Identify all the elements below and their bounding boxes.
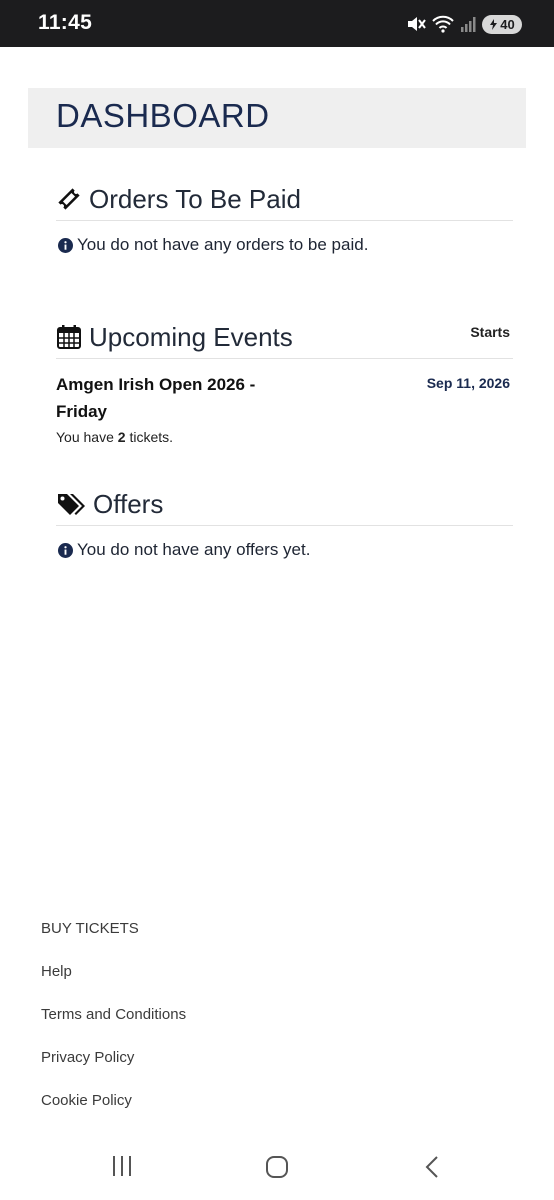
- starts-column-label: Starts: [470, 324, 510, 340]
- status-time: 11:45: [38, 11, 93, 34]
- calendar-icon: [57, 325, 81, 349]
- footer-link-buy-tickets[interactable]: BUY TICKETS: [41, 920, 186, 963]
- back-icon[interactable]: [420, 1154, 444, 1180]
- footer-link-cookie[interactable]: Cookie Policy: [41, 1092, 186, 1135]
- home-icon[interactable]: [264, 1154, 290, 1180]
- event-date: Sep 11, 2026: [426, 375, 510, 391]
- status-bar: 11:45 40: [0, 0, 554, 47]
- events-section: Upcoming Events Starts Amgen Irish Open …: [56, 316, 513, 445]
- charging-icon: [490, 18, 498, 30]
- navigation-bar: [0, 1140, 554, 1200]
- orders-empty-message: You do not have any orders to be paid.: [56, 235, 513, 255]
- footer-link-help[interactable]: Help: [41, 963, 186, 1006]
- status-icons: 40: [406, 13, 522, 35]
- signal-icon: [461, 17, 476, 32]
- battery-level: 40: [500, 16, 515, 32]
- mute-icon: [408, 17, 426, 31]
- dashboard-header: DASHBOARD: [28, 88, 526, 148]
- info-icon: [58, 237, 73, 253]
- offers-title: Offers: [93, 488, 164, 519]
- orders-empty-text: You do not have any orders to be paid.: [77, 235, 369, 254]
- footer-link-terms[interactable]: Terms and Conditions: [41, 1006, 186, 1049]
- page-title: DASHBOARD: [56, 97, 270, 134]
- info-icon: [58, 542, 73, 558]
- tickets-prefix: You have: [56, 429, 118, 445]
- orders-title: Orders To Be Paid: [89, 183, 301, 214]
- orders-section: Orders To Be Paid You do not have any or…: [56, 178, 513, 255]
- page: 11:45 40 DASHBOARD Orders To Be Paid You…: [0, 0, 554, 1200]
- offers-section: Offers You do not have any offers yet.: [56, 483, 513, 560]
- footer-links: BUY TICKETS Help Terms and Conditions Pr…: [41, 920, 186, 1135]
- battery-icon: 40: [482, 14, 522, 34]
- tickets-count: 2: [117, 429, 126, 445]
- offers-empty-text: You do not have any offers yet.: [77, 540, 311, 559]
- events-header: Upcoming Events Starts: [56, 316, 513, 359]
- recent-apps-icon[interactable]: [110, 1154, 134, 1178]
- footer-link-privacy[interactable]: Privacy Policy: [41, 1049, 186, 1092]
- tags-icon: [58, 494, 85, 515]
- offers-empty-message: You do not have any offers yet.: [56, 540, 513, 560]
- wifi-icon: [432, 15, 454, 33]
- offers-header: Offers: [56, 483, 513, 526]
- events-title: Upcoming Events: [89, 321, 293, 352]
- event-name[interactable]: Amgen Irish Open 2026 - Friday: [56, 371, 296, 425]
- ticket-icon: [58, 188, 80, 210]
- event-tickets: You have 2 tickets.: [56, 429, 513, 445]
- event-item[interactable]: Amgen Irish Open 2026 - Friday Sep 11, 2…: [56, 371, 513, 445]
- tickets-suffix: tickets.: [125, 429, 174, 445]
- orders-header: Orders To Be Paid: [56, 178, 513, 221]
